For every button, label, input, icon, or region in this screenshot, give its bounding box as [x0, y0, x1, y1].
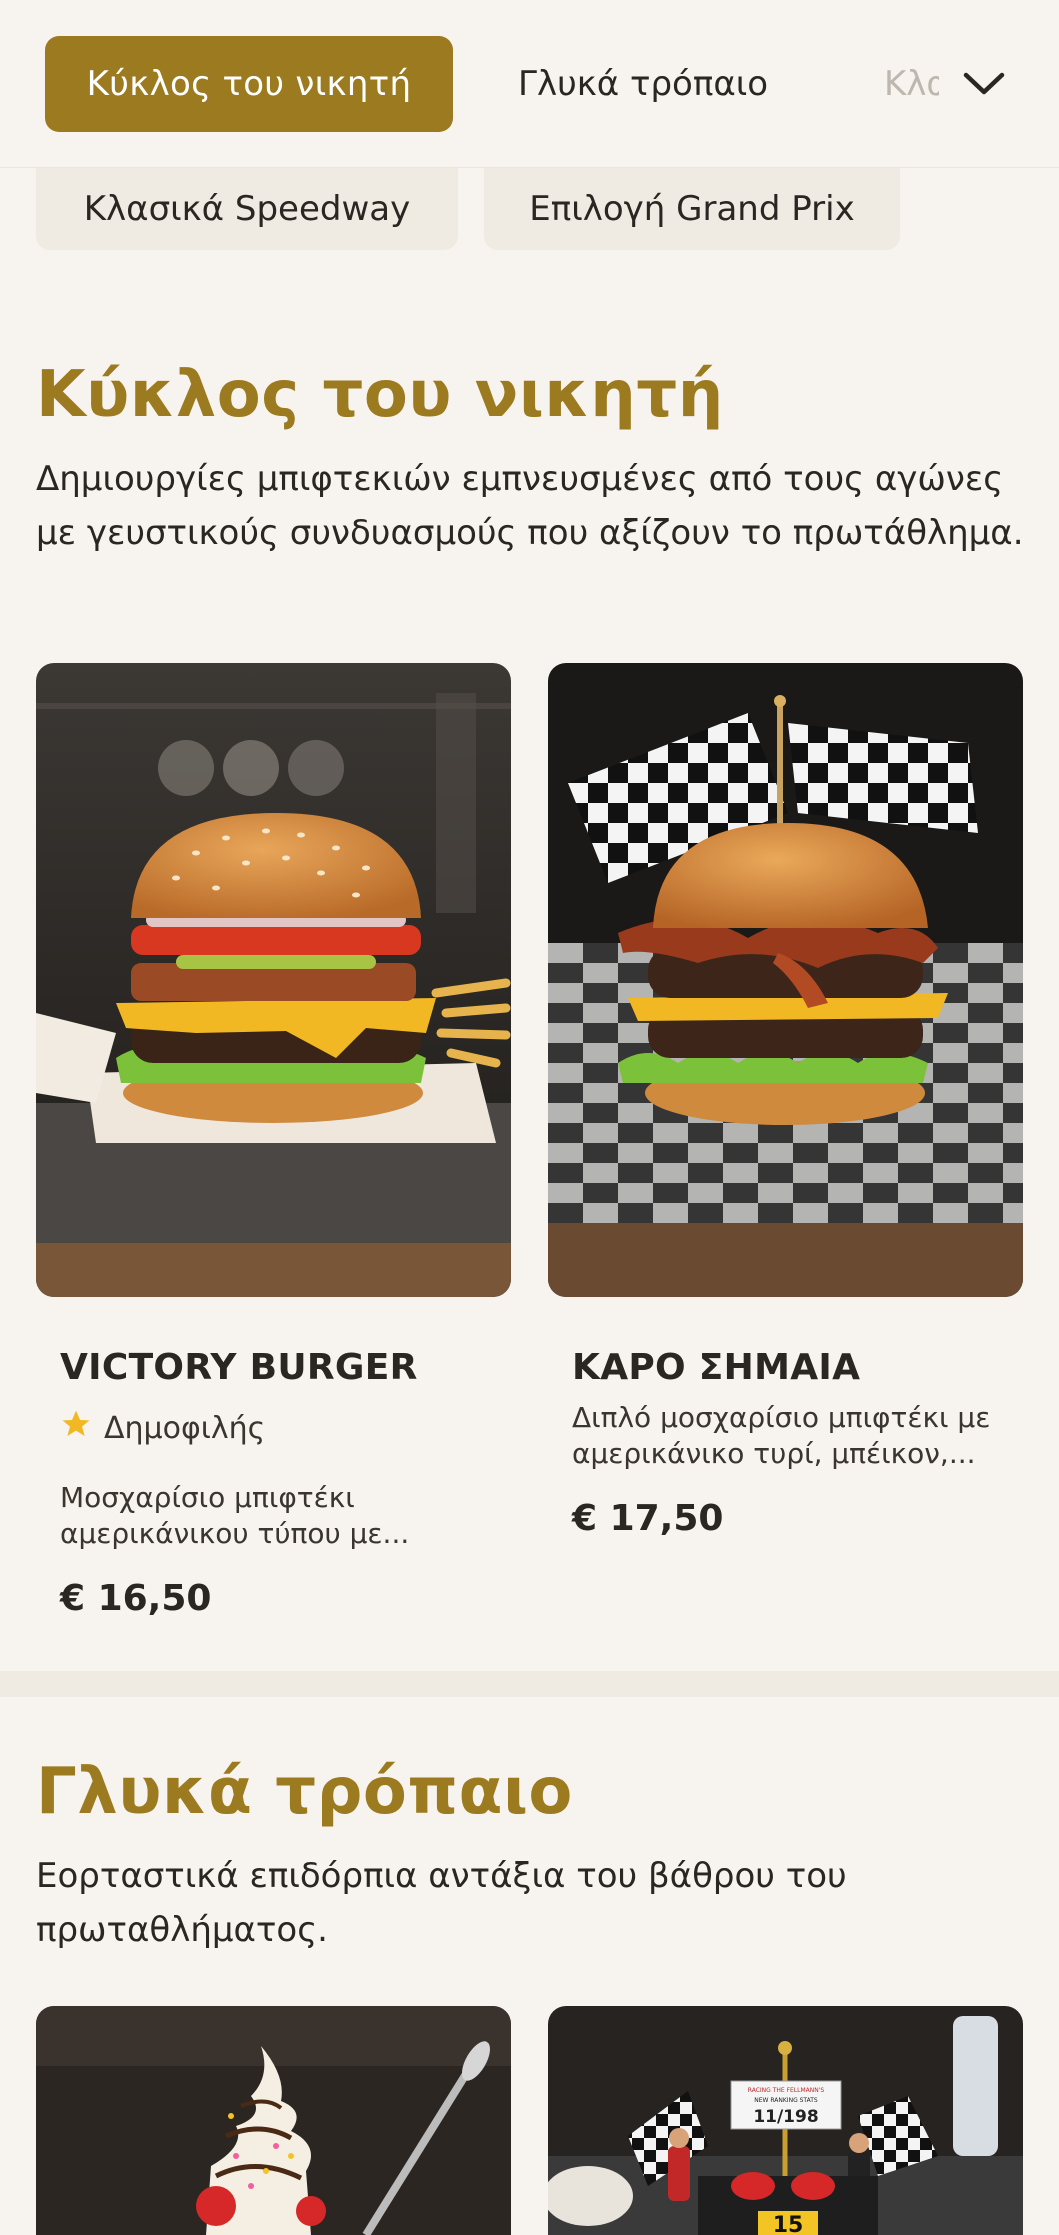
section-description: Δημιουργίες μπιφτεκιών εμπνευσμένες από … [36, 459, 1024, 553]
popular-badge: Δημοφιλής [60, 1408, 265, 1448]
cake-number: 15 [773, 2213, 804, 2235]
cake-sign-line1: RACING THE FELLMANN'S [748, 2087, 825, 2094]
cake-sign-line2: NEW RANKING STATS [754, 2097, 818, 2104]
section-divider [0, 1671, 1059, 1697]
tab-winners-circle[interactable]: Κύκλος του νικητή [45, 36, 453, 132]
section-title: Κύκλος του νικητή [36, 358, 724, 432]
cake-sign-line3: 11/198 [753, 2107, 818, 2127]
tab-speedway-classics-partial[interactable]: Κλασικά Speedway [884, 36, 939, 132]
sundae-image[interactable] [36, 2006, 511, 2235]
subtab-grand-prix-selection[interactable]: Επιλογή Grand Prix [484, 168, 900, 250]
badge-label: Δημοφιλής [104, 1410, 266, 1446]
star-icon [60, 1408, 92, 1448]
victory-burger-image[interactable] [36, 663, 511, 1297]
item-description: Μοσχαρίσιο μπιφτέκι αμερικάνικου τύπου μ… [60, 1481, 410, 1550]
category-nav: Κύκλος του νικητή Γλυκά τρόπαιο Κλασικά … [0, 0, 1059, 168]
item-price: € 17,50 [572, 1498, 724, 1539]
checkered-flag-burger-image[interactable] [548, 663, 1023, 1297]
subtab-speedway-classics[interactable]: Κλασικά Speedway [36, 168, 458, 250]
race-cake-image[interactable]: RACING THE FELLMANN'S NEW RANKING STATS … [548, 2006, 1023, 2235]
tab-sweet-trophy[interactable]: Γλυκά τρόπαιο [518, 36, 768, 132]
section-title: Γλυκά τρόπαιο [36, 1755, 573, 1829]
item-name[interactable]: ΚΑΡΟ ΣΗΜΑΙΑ [572, 1347, 860, 1388]
chevron-down-icon[interactable] [958, 58, 1010, 110]
item-price: € 16,50 [60, 1578, 212, 1619]
section-description: Εορταστικά επιδόρπια αντάξια του βάθρου … [36, 1856, 847, 1950]
item-description: Διπλό μοσχαρίσιο μπιφτέκι με αμερικάνικο… [572, 1401, 991, 1470]
item-name[interactable]: VICTORY BURGER [60, 1347, 418, 1388]
